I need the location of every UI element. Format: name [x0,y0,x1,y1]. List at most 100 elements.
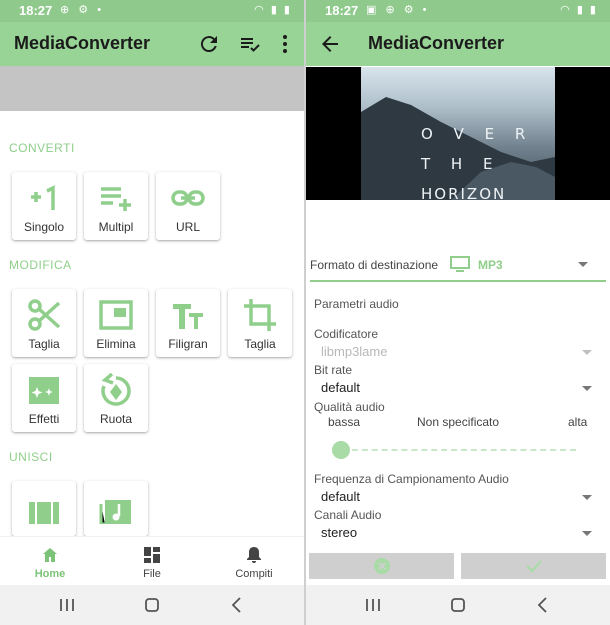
nav-home-label: Home [34,568,66,580]
tile-singolo[interactable]: Singolo [12,172,76,240]
video-preview[interactable]: O V E R T H E HORIZON [306,67,610,200]
nav-home[interactable]: Home [0,537,100,585]
signal-battery-icons: ◠ ▮ ▮ [560,4,598,16]
tile-effetti[interactable]: Effetti [12,364,76,432]
recent-apps-icon[interactable] [364,596,382,614]
tile-unisci-audio[interactable] [84,481,148,536]
convert-screen: 18:27 ▣ ⊕ ⚙ • ◠ ▮ ▮ MediaConverter O V E… [306,0,610,625]
tile-label: Effetti [28,412,60,426]
tile-label: Singolo [23,220,65,234]
channels-dropdown[interactable]: stereo [314,523,602,543]
status-time: 18:27 [325,3,359,18]
signal-battery-icons: ◠ ▮ ▮ [254,4,292,16]
sample-rate-label: Frequenza di Campionamento Audio [314,472,509,486]
bottom-navigation: Home File Compiti [0,536,304,584]
tile-multipl[interactable]: Multipl [84,172,148,240]
bitrate-label: Bit rate [314,363,353,377]
link-icon [171,190,205,206]
tile-unisci-video[interactable] [12,481,76,536]
app-bar: MediaConverter [306,22,610,66]
status-time: 18:27 [19,3,53,18]
plus-one-icon [31,185,55,210]
notification-icons: ▣ ⊕ ⚙ • [366,4,430,16]
quality-label: Qualità audio [314,400,385,414]
crop-icon [244,299,276,331]
playlist-add-icon [101,187,131,211]
tile-label: Taglia [28,337,60,351]
format-value: MP3 [478,258,503,272]
scissors-icon [28,299,61,331]
home-button-icon[interactable] [143,596,161,614]
arrow-back-icon[interactable] [318,32,342,56]
app-bar: MediaConverter [0,22,304,66]
tile-taglia-crop[interactable]: Taglia [228,289,292,357]
tile-label: Filigran [168,337,208,351]
quality-high-label: alta [568,415,588,429]
home-icon [43,548,57,562]
tile-url[interactable]: URL [156,172,220,240]
app-title: MediaConverter [14,33,151,53]
format-label: Formato di destinazione [310,258,439,272]
section-modifica: MODIFICA [9,258,72,272]
tile-label: Multipl [98,220,134,234]
quality-mid-label: Non specificato [417,415,500,429]
ad-banner-placeholder [0,66,304,111]
refresh-icon[interactable] [197,32,221,56]
cancel-button[interactable] [309,553,454,579]
chevron-down-icon [582,531,592,536]
nav-compiti[interactable]: Compiti [204,537,304,585]
system-navigation-bar [0,585,304,625]
more-vert-icon[interactable] [273,32,297,56]
tile-ruota[interactable]: Ruota [84,364,148,432]
cancel-icon [374,558,390,574]
bell-icon [247,547,261,563]
poster-text-line-2: T H E [421,155,501,173]
film-strip-icon [29,502,59,524]
back-icon[interactable] [228,596,246,614]
poster-text-line-3: HORIZON [421,185,507,200]
tile-label: Ruota [99,412,133,426]
quality-slider-thumb[interactable] [332,441,350,459]
tile-taglia[interactable]: Taglia [12,289,76,357]
quality-low-label: bassa [328,415,361,429]
status-bar: 18:27 ⊕ ⚙ • ◠ ▮ ▮ [0,0,304,22]
video-thumbnail: O V E R T H E HORIZON [361,67,555,200]
channels-label: Canali Audio [314,508,382,522]
sample-rate-dropdown[interactable]: default [314,487,602,507]
rotate-icon [101,373,131,406]
home-screen: 18:27 ⊕ ⚙ • ◠ ▮ ▮ MediaConverter CONVERT… [0,0,304,625]
nav-file[interactable]: File [102,537,202,585]
home-button-icon[interactable] [449,596,467,614]
codec-dropdown: libmp3lame [314,342,602,362]
chevron-down-icon [578,262,588,267]
back-icon[interactable] [534,596,552,614]
tile-elimina[interactable]: Elimina [84,289,148,357]
dashboard-icon [144,547,160,563]
system-navigation-bar [306,585,610,625]
codec-value: libmp3lame [321,344,388,359]
check-icon [526,560,542,573]
poster-text-line-1: O V E R [421,125,534,143]
audio-params-title: Parametri audio [314,297,399,311]
destination-format-selector[interactable]: Formato di destinazione MP3 [310,250,606,282]
bitrate-dropdown[interactable]: default [314,378,602,398]
confirm-button[interactable] [461,553,606,579]
tile-label: Taglia [244,337,276,351]
tile-filigran[interactable]: Filigran [156,289,220,357]
section-unisci: UNISCI [9,450,53,464]
text-fields-icon [173,304,203,329]
screen-icon [450,256,470,272]
chevron-down-icon [582,386,592,391]
chevron-down-icon [582,350,592,355]
notification-icons: ⊕ ⚙ • [60,4,105,16]
quality-slider-track[interactable] [342,449,576,451]
movie-sparkle-icon [29,377,59,404]
picture-in-picture-icon [99,300,133,330]
channels-value: stereo [321,525,358,540]
recent-apps-icon[interactable] [58,596,76,614]
app-title: MediaConverter [368,33,505,53]
status-bar: 18:27 ▣ ⊕ ⚙ • ◠ ▮ ▮ [306,0,610,22]
music-file-icon [99,500,131,524]
codec-label: Codificatore [314,327,379,341]
playlist-check-icon[interactable] [238,32,262,56]
